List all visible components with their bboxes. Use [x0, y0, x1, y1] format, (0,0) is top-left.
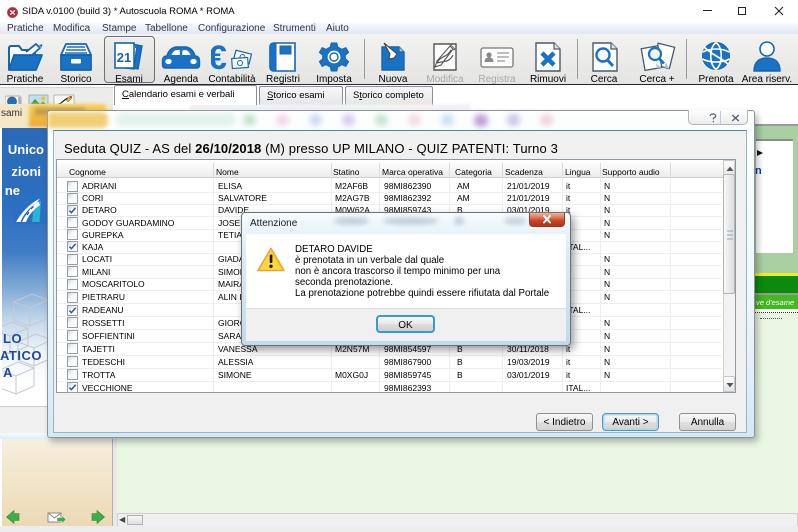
svg-text:21: 21 — [117, 50, 131, 65]
svg-text:€: € — [211, 41, 227, 73]
